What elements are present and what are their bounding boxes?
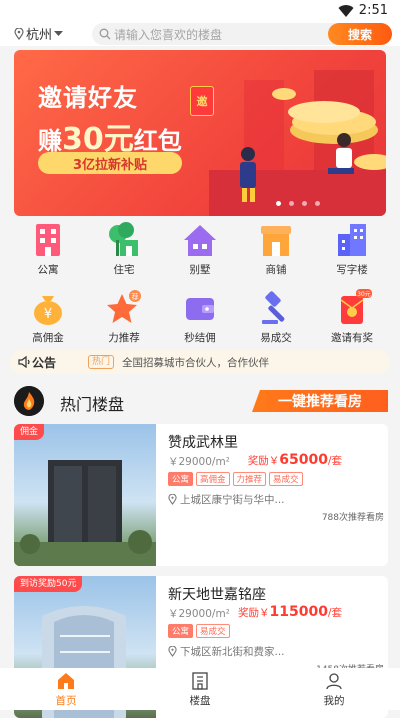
recommend-viewing-button[interactable]: 一键推荐看房 <box>252 390 388 412</box>
promo-banner[interactable]: 邀请好友 赚30元红包 邀 3亿拉新补贴 <box>14 50 386 216</box>
recommend-count: 788次推荐看房 <box>321 513 384 523</box>
office-icon <box>338 224 366 256</box>
listing-ribbon: 到访奖励50元 <box>14 576 83 592</box>
building-icon <box>192 672 208 690</box>
listing-ribbon: 佣金 <box>14 424 45 440</box>
speaker-icon <box>18 355 30 369</box>
section-title: 热门楼盘 <box>60 395 125 414</box>
category-label: 住宅 <box>113 264 135 276</box>
tab-label: 我的 <box>323 695 345 707</box>
category-apartment[interactable]: 公寓 <box>16 220 80 277</box>
category-label: 易成交 <box>260 332 292 344</box>
category-invite-reward[interactable]: 30元 邀请有奖 <box>320 288 384 345</box>
bottom-tab-bar: 首页 楼盘 我的 <box>0 668 400 710</box>
reward-amount: 奖励￥115000/套 <box>238 604 342 620</box>
location-pin-icon <box>14 27 24 40</box>
search-icon <box>99 28 111 40</box>
money-bag-icon: ¥ <box>34 296 62 325</box>
apartment-icon <box>36 224 60 256</box>
fire-icon <box>14 386 44 416</box>
property-price: ￥29000/m² <box>168 608 230 620</box>
villa-icon <box>184 225 216 256</box>
red-envelope-icon: 30元 <box>340 289 372 324</box>
category-label: 秒结佣 <box>184 332 216 344</box>
banner-dot[interactable] <box>315 201 320 206</box>
location-pin-icon <box>168 494 177 505</box>
property-name: 新天地世嘉铭座 <box>168 587 266 603</box>
category-villa[interactable]: 别墅 <box>168 220 232 277</box>
hot-properties-header: 热门楼盘 一键推荐看房 <box>0 382 400 420</box>
property-tags: 公寓 易成交 <box>168 624 230 638</box>
property-photo <box>14 424 156 566</box>
reward-amount: 奖励￥65000/套 <box>247 452 342 468</box>
status-bar: 2:51 <box>0 0 400 22</box>
announcement-bar[interactable]: 公告 热门 全国招募城市合伙人，合作伙伴 <box>10 350 390 374</box>
category-label: 力推荐 <box>108 332 140 344</box>
banner-pagination <box>276 201 320 206</box>
home-icon <box>58 673 74 689</box>
tab-home[interactable]: 首页 <box>26 668 106 708</box>
star-icon: 荐 <box>107 290 141 323</box>
property-tag: 公寓 <box>168 472 194 486</box>
category-label: 公寓 <box>37 264 59 276</box>
tab-profile[interactable]: 我的 <box>294 668 374 708</box>
tab-label: 楼盘 <box>189 695 211 707</box>
property-address: 上城区康宁街与华中... <box>168 492 285 507</box>
property-tag: 高佣金 <box>196 472 230 486</box>
tab-properties[interactable]: 楼盘 <box>160 668 240 708</box>
banner-dot[interactable] <box>289 201 294 206</box>
caret-down-icon <box>54 30 64 36</box>
category-label: 邀请有奖 <box>331 332 373 344</box>
banner-dot[interactable] <box>276 201 281 206</box>
category-label: 别墅 <box>189 264 211 276</box>
city-selector[interactable]: 杭州 <box>14 24 64 43</box>
search-input[interactable]: 请输入您喜欢的楼盘 <box>114 26 222 43</box>
property-card[interactable]: 佣金 赞成武林里 ￥29000/m² 奖励￥65000/套 公寓 高佣金 力推荐… <box>14 424 388 566</box>
property-tag: 力推荐 <box>232 472 267 486</box>
category-quick-settle[interactable]: 秒结佣 <box>168 288 232 345</box>
wallet-icon <box>186 298 214 320</box>
category-office[interactable]: 写字楼 <box>320 220 384 277</box>
location-pin-icon <box>168 646 177 657</box>
svg-text:¥: ¥ <box>44 307 52 322</box>
category-residence[interactable]: 住宅 <box>92 220 156 277</box>
announcement-message[interactable]: 全国招募城市合伙人，合作伙伴 <box>122 355 269 370</box>
property-name: 赞成武林里 <box>168 435 238 451</box>
category-label: 商铺 <box>265 264 287 276</box>
red-envelope-icon: 邀 <box>190 86 214 116</box>
gavel-icon <box>262 291 285 324</box>
category-high-commission[interactable]: ¥ 高佣金 <box>16 288 80 345</box>
hot-tag: 热门 <box>88 355 115 369</box>
wifi-icon <box>338 5 354 18</box>
reward-badge: 30元 <box>357 291 371 298</box>
category-label: 写字楼 <box>336 264 368 276</box>
search-box[interactable]: 请输入您喜欢的楼盘 搜索 <box>92 23 392 45</box>
user-icon <box>326 673 342 690</box>
recommend-badge: 荐 <box>132 292 139 301</box>
category-easy-deal[interactable]: 易成交 <box>244 288 308 345</box>
search-button[interactable]: 搜索 <box>328 23 392 45</box>
announcement-title: 公告 <box>32 356 57 370</box>
status-time: 2:51 <box>358 3 388 18</box>
property-tag: 易成交 <box>269 472 303 486</box>
building-photo-graphic <box>14 460 156 566</box>
banner-pill: 3亿拉新补贴 <box>38 152 182 174</box>
property-price: ￥29000/m² <box>168 456 230 468</box>
tab-label: 首页 <box>55 695 77 707</box>
category-label: 高佣金 <box>32 332 64 344</box>
property-address: 下城区新北街和费家... <box>168 644 285 659</box>
category-shop[interactable]: 商铺 <box>244 220 308 277</box>
banner-headline: 邀请好友 <box>38 84 138 112</box>
city-label: 杭州 <box>26 28 53 43</box>
banner-dot[interactable] <box>302 201 307 206</box>
property-tag: 公寓 <box>168 624 194 638</box>
property-tag: 易成交 <box>196 624 230 638</box>
category-recommend[interactable]: 荐 力推荐 <box>92 288 156 345</box>
search-header: 杭州 请输入您喜欢的楼盘 搜索 <box>0 22 400 46</box>
shop-icon <box>261 226 291 256</box>
residence-icon <box>109 222 138 256</box>
property-tags: 公寓 高佣金 力推荐 易成交 <box>168 472 303 486</box>
